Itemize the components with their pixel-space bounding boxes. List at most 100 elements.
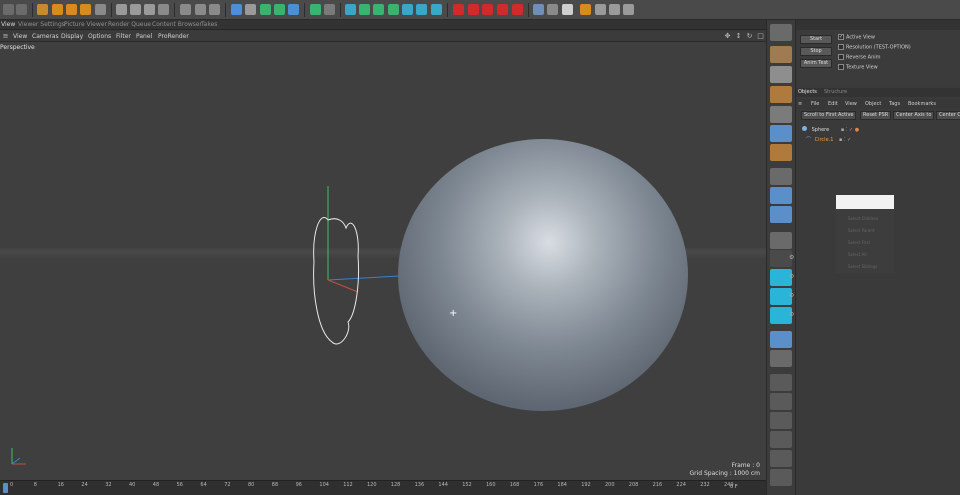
model-mode-icon[interactable] <box>770 46 792 63</box>
redo-icon[interactable] <box>16 4 27 15</box>
field-icon[interactable] <box>373 4 384 15</box>
points-mode-icon[interactable] <box>770 106 792 123</box>
magnet-icon[interactable] <box>770 232 792 249</box>
record-scale-icon[interactable] <box>497 4 508 15</box>
character-icon[interactable] <box>770 431 792 448</box>
objects-menu-file[interactable]: File <box>811 101 819 107</box>
spline-pen-icon[interactable] <box>245 4 256 15</box>
sphere-object[interactable] <box>398 139 688 411</box>
object-row-circle[interactable]: ⌒ Circle.1 ▪ ⁚ ✓ <box>806 136 851 145</box>
stop-button[interactable]: Stop <box>800 47 832 56</box>
cube-object-icon[interactable] <box>231 4 242 15</box>
timeline-ruler[interactable]: 0 8 16 24 32 40 48 56 64 72 80 88 96 104 112 120 128 136 1… <box>0 480 766 495</box>
objects-menu-view[interactable]: View <box>845 101 857 107</box>
hair-icon[interactable] <box>402 4 413 15</box>
scroll-to-first-active-button[interactable]: Scroll to First Active <box>801 111 857 120</box>
snap-icon[interactable] <box>580 4 591 15</box>
record-position-icon[interactable] <box>482 4 493 15</box>
skin-icon[interactable] <box>770 469 792 486</box>
active-view-option[interactable]: ✓ Active View <box>838 34 875 41</box>
object-row-sphere[interactable]: Sphere ▪ ⁚ ✓ ● <box>802 126 859 135</box>
workplane-mode-icon[interactable] <box>770 86 792 103</box>
objects-menu-bookmarks[interactable]: Bookmarks <box>908 101 936 107</box>
sculpt-icon[interactable] <box>770 374 792 391</box>
make-editable-icon[interactable] <box>770 24 792 41</box>
object-name[interactable]: Sphere <box>812 127 830 133</box>
rotate-view-icon[interactable]: ↻ <box>746 33 753 40</box>
x-axis-icon[interactable] <box>116 4 127 15</box>
viewport-menu-prorender[interactable]: ProRender <box>158 33 189 40</box>
resolution-checkbox[interactable] <box>838 44 844 50</box>
context-item-select-siblings[interactable]: Select Siblings <box>848 264 877 269</box>
viewport-menu-view[interactable]: View <box>13 33 27 40</box>
window-tab-view[interactable]: View <box>1 21 15 28</box>
floor-icon[interactable] <box>770 331 792 348</box>
perspective-viewport[interactable]: Perspective + Frame : 0 Grid Spacing : 1… <box>0 42 766 480</box>
reverse-anim-checkbox[interactable] <box>838 54 844 60</box>
extrude-inner-settings-gear-icon[interactable]: ⚙ <box>789 292 794 299</box>
effector-icon[interactable] <box>359 4 370 15</box>
maximize-view-icon[interactable]: □ <box>757 33 764 40</box>
workplane-icon[interactable] <box>609 4 620 15</box>
window-tab-render-queue[interactable]: Render Queue <box>108 21 151 28</box>
snapping-icon[interactable] <box>770 206 792 223</box>
viewport-menu-display[interactable]: Display <box>61 33 83 40</box>
grid-icon[interactable] <box>547 4 558 15</box>
visibility-dots-icon[interactable]: ▪ ⁚ ✓ <box>839 137 851 143</box>
undo-icon[interactable] <box>3 4 14 15</box>
window-tab-takes[interactable]: Takes <box>201 21 217 28</box>
objects-menu-object[interactable]: Object <box>865 101 881 107</box>
live-selection-icon[interactable] <box>37 4 48 15</box>
objects-menu-icon[interactable]: ≡ <box>798 101 802 107</box>
render-picture-viewer-icon[interactable] <box>195 4 206 15</box>
scale-icon[interactable] <box>66 4 77 15</box>
sky-icon[interactable] <box>770 350 792 367</box>
mograph-icon[interactable] <box>345 4 356 15</box>
texture-mode-icon[interactable] <box>770 66 792 83</box>
autokey-icon[interactable] <box>468 4 479 15</box>
center-axis-to-button[interactable]: Center Axis to <box>893 111 935 120</box>
volume-icon[interactable] <box>388 4 399 15</box>
joint-icon[interactable] <box>770 450 792 467</box>
current-frame-field[interactable]: 0 F <box>730 484 738 490</box>
viewport-menu-filter[interactable]: Filter <box>116 33 131 40</box>
texture-view-checkbox[interactable] <box>838 64 844 70</box>
knife-settings-gear-icon[interactable]: ⚙ <box>789 311 794 318</box>
record-rotation-icon[interactable] <box>512 4 523 15</box>
circle-spline-object[interactable] <box>300 182 410 352</box>
scale-view-icon[interactable]: ↕ <box>735 33 742 40</box>
z-axis-icon[interactable] <box>144 4 155 15</box>
reset-psr-button[interactable]: Reset PSR <box>860 111 892 120</box>
deformer-icon[interactable] <box>288 4 299 15</box>
material-tag-icon[interactable]: ● <box>855 127 859 133</box>
tab-objects[interactable]: Objects <box>798 89 817 95</box>
move-icon[interactable] <box>52 4 63 15</box>
window-tab-content-browser[interactable]: Content Browser <box>152 21 202 28</box>
context-item-select-children[interactable]: Select Children <box>848 216 878 221</box>
tweak-mode-icon[interactable] <box>770 187 792 204</box>
viewport-menu-options[interactable]: Options <box>88 33 111 40</box>
light-icon[interactable] <box>431 4 442 15</box>
y-axis-icon[interactable] <box>130 4 141 15</box>
viewport-menu-cameras[interactable]: Cameras <box>32 33 59 40</box>
active-view-checkbox[interactable]: ✓ <box>838 34 844 40</box>
timeline-playhead[interactable] <box>3 483 8 493</box>
recent-tools-icon[interactable] <box>95 4 106 15</box>
settings-gear-icon[interactable] <box>595 4 606 15</box>
context-item-select-first[interactable]: Select First <box>848 240 870 245</box>
cloner-icon[interactable] <box>274 4 285 15</box>
objects-menu-tags[interactable]: Tags <box>889 101 900 107</box>
camera-icon[interactable] <box>324 4 335 15</box>
window-tab-viewer-settings[interactable]: Viewer Settings <box>18 21 65 28</box>
interactive-render-icon[interactable] <box>623 4 634 15</box>
coordinate-system-icon[interactable] <box>158 4 169 15</box>
resolution-option[interactable]: Resolution (TEST-OPTION) <box>838 44 911 51</box>
panel-menu-icon[interactable]: ≡ <box>2 33 9 40</box>
polygons-mode-icon[interactable] <box>770 125 792 142</box>
context-item-select-parent[interactable]: Select Parent <box>848 228 874 233</box>
environment-icon[interactable] <box>416 4 427 15</box>
visibility-dots-icon[interactable]: ▪ ⁚ ✓ <box>841 127 853 133</box>
edges-mode-icon[interactable] <box>770 144 792 161</box>
record-icon[interactable] <box>453 4 464 15</box>
brush-icon[interactable] <box>770 412 792 429</box>
